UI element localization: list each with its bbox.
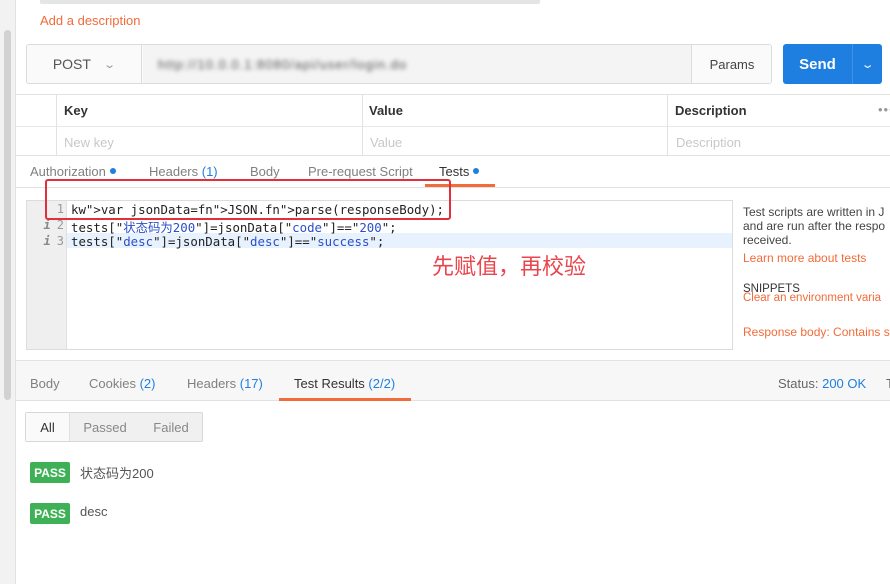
active-tab-indicator [279,398,411,401]
table-divider [16,126,890,127]
table-col-divider [362,94,363,156]
tab-pre-request-script[interactable]: Pre-request Script [308,164,413,179]
send-button[interactable]: Send [783,44,852,84]
line-number: i3 [43,234,64,248]
tab-test-results[interactable]: Test Results (2/2) [294,376,395,391]
status-value: 200 OK [822,376,867,391]
test-result-name: desc [80,504,108,519]
learn-more-link[interactable]: Learn more about tests [743,251,866,265]
filter-all-button[interactable]: All [26,413,70,441]
scrollbar-thumb[interactable] [4,30,11,400]
status-dot-icon [473,168,480,174]
filter-passed-button[interactable]: Passed [70,413,140,441]
method-select[interactable]: POST ⌄ [26,44,142,84]
tab-response-body[interactable]: Body [30,376,60,391]
column-header-description: Description [675,103,747,118]
add-description-link[interactable]: Add a description [40,13,140,28]
info-icon: i [43,218,51,232]
pass-badge: PASS [30,503,70,524]
tab-tests[interactable]: Tests [439,164,480,179]
params-button[interactable]: Params [691,44,772,84]
help-text: received. [743,233,792,247]
tab-response-headers[interactable]: Headers (17) [187,376,263,391]
more-options-icon[interactable]: ••• [878,102,890,117]
tab-headers[interactable]: Headers (1) [149,164,218,179]
test-result-name: 状态码为200 [80,466,154,481]
test-results-filter: All Passed Failed [25,412,203,442]
snippet-link[interactable]: Clear an environment varia [743,292,881,304]
url-value: http://10.0.0.1:8080/api/user/login.do [158,57,408,72]
chevron-down-icon: ⌄ [860,58,875,71]
pass-badge: PASS [30,462,70,483]
send-dropdown-button[interactable]: ⌄ [852,44,882,84]
info-icon: i [43,234,51,248]
help-text: Test scripts are written in J [743,205,885,219]
cutoff-title-remnant [40,0,540,4]
annotation-highlight-box [45,179,451,220]
tab-authorization[interactable]: Authorization [30,164,116,179]
column-header-value: Value [369,103,403,118]
annotation-text: 先赋值，再校验 [432,254,587,279]
status-dot-icon [109,168,116,174]
tab-body[interactable]: Body [250,164,280,179]
help-text: and are run after the respo [743,219,886,233]
code-line[interactable]: tests["desc"]=jsonData["desc"]=="success… [71,234,384,249]
method-label: POST [52,56,91,72]
new-description-input[interactable]: Description [676,135,741,150]
table-col-divider [667,94,668,156]
response-status: Status: 200 OK [778,376,867,391]
new-value-input[interactable]: Value [370,135,402,150]
tab-cookies[interactable]: Cookies (2) [89,376,155,391]
table-col-divider [56,94,57,156]
line-number: i2 [43,218,64,232]
filter-failed-button[interactable]: Failed [140,413,202,441]
chevron-down-icon: ⌄ [103,58,117,71]
new-key-input[interactable]: New key [64,135,114,150]
response-time-label: T [886,376,890,391]
column-header-key: Key [64,103,88,118]
key-value-table [16,94,890,156]
snippet-link[interactable]: Response body: Contains s [743,325,890,339]
